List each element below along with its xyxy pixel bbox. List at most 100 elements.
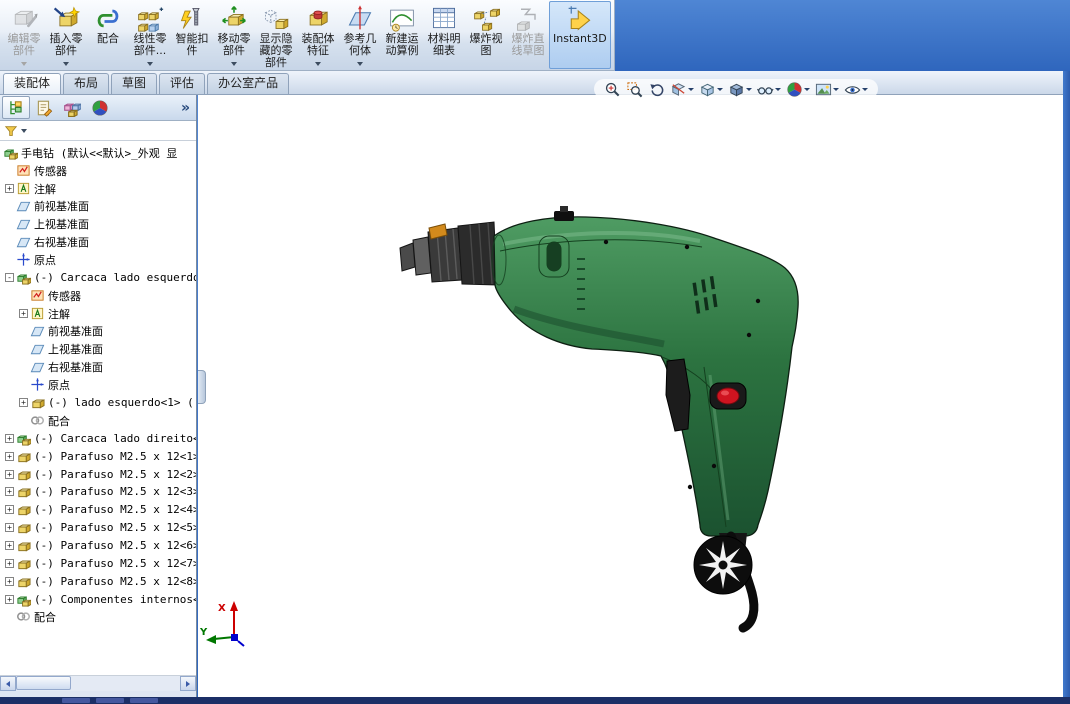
- show-hidden-components-button[interactable]: 显示隐 藏的零 部件: [255, 1, 297, 69]
- tree-item[interactable]: +(-) Parafuso M2.5 x 12<3>: [0, 483, 196, 501]
- tree-item[interactable]: +(-) Parafuso M2.5 x 12<6>: [0, 537, 196, 555]
- tree-item[interactable]: +(-) lado esquerdo<1> (: [0, 394, 196, 412]
- dropdown-arrow-icon[interactable]: [862, 88, 868, 91]
- reference-geometry-button[interactable]: 参考几 何体: [339, 1, 381, 69]
- tree-item[interactable]: +(-) Parafuso M2.5 x 12<7>: [0, 554, 196, 572]
- view-settings-button[interactable]: [844, 81, 868, 98]
- instant3d-button[interactable]: Instant3D: [549, 1, 611, 69]
- insert-component-button[interactable]: 插入零 部件: [45, 1, 87, 69]
- previous-view-button[interactable]: [648, 81, 665, 98]
- tree-item[interactable]: +(-) Parafuso M2.5 x 12<8>: [0, 572, 196, 590]
- mate-button[interactable]: 配合: [87, 1, 129, 69]
- tree-item[interactable]: 原点: [0, 251, 196, 269]
- assembly-features-button[interactable]: 装配体 特征: [297, 1, 339, 69]
- panel-splitter[interactable]: [198, 370, 206, 404]
- section-view-button[interactable]: [670, 81, 694, 98]
- tree-item[interactable]: 手电钻 (默认<<默认>_外观 显: [0, 144, 196, 162]
- apply-scene-button[interactable]: [815, 81, 839, 98]
- graphics-area[interactable]: X Y: [198, 95, 1063, 697]
- tree-expander[interactable]: +: [17, 309, 30, 318]
- tree-expander[interactable]: +: [3, 559, 16, 568]
- hide-show-items-button[interactable]: [757, 81, 781, 98]
- edit-appearance-button[interactable]: [786, 81, 810, 98]
- propertymanager-tab[interactable]: [30, 96, 58, 119]
- tree-item[interactable]: 传感器: [0, 287, 196, 305]
- tree-expander[interactable]: +: [3, 434, 16, 443]
- tree-item[interactable]: +注解: [0, 305, 196, 323]
- taskbar-button[interactable]: [130, 698, 158, 703]
- tab-evaluate[interactable]: 评估: [159, 73, 205, 94]
- dropdown-arrow-icon[interactable]: [63, 62, 69, 66]
- scroll-left-button[interactable]: [0, 676, 16, 691]
- drill-top-switch[interactable]: [554, 211, 574, 221]
- dropdown-arrow-icon[interactable]: [21, 62, 27, 66]
- taskbar-button[interactable]: [62, 698, 90, 703]
- tree-item[interactable]: 前视基准面: [0, 322, 196, 340]
- zoom-to-fit-button[interactable]: [604, 81, 621, 98]
- scroll-thumb[interactable]: [16, 676, 71, 690]
- tab-assembly[interactable]: 装配体: [3, 73, 61, 94]
- dropdown-arrow-icon[interactable]: [688, 88, 694, 91]
- tree-expander[interactable]: +: [3, 184, 16, 193]
- windows-taskbar[interactable]: [0, 697, 1070, 704]
- drill-reverse-button[interactable]: [710, 383, 746, 409]
- displaymanager-tab[interactable]: [86, 96, 114, 119]
- scroll-right-button[interactable]: [180, 676, 196, 691]
- dropdown-arrow-icon[interactable]: [717, 88, 723, 91]
- tab-layout[interactable]: 布局: [63, 73, 109, 94]
- featuremanager-tab[interactable]: [2, 96, 30, 119]
- display-style-button[interactable]: [728, 81, 752, 98]
- tab-office-products[interactable]: 办公室产品: [207, 73, 289, 94]
- tree-item[interactable]: 上视基准面: [0, 215, 196, 233]
- funnel-icon[interactable]: [4, 124, 18, 138]
- dropdown-arrow-icon[interactable]: [357, 62, 363, 66]
- tree-item[interactable]: +(-) Carcaca lado direito<: [0, 430, 196, 448]
- tree-item[interactable]: 原点: [0, 376, 196, 394]
- tree-expander[interactable]: +: [3, 523, 16, 532]
- exploded-view-button[interactable]: 爆炸视 图: [465, 1, 507, 69]
- tree-item[interactable]: 右视基准面: [0, 233, 196, 251]
- dropdown-arrow-icon[interactable]: [231, 62, 237, 66]
- tree-item[interactable]: +(-) Parafuso M2.5 x 12<2>: [0, 465, 196, 483]
- tree-item[interactable]: 配合: [0, 412, 196, 430]
- linear-component-pattern-button[interactable]: 线性零 部件...: [129, 1, 171, 69]
- tree-item[interactable]: +注解: [0, 180, 196, 198]
- scroll-track[interactable]: [16, 676, 180, 691]
- tree-expander[interactable]: +: [3, 595, 16, 604]
- tree-item[interactable]: 传感器: [0, 162, 196, 180]
- tree-item[interactable]: 右视基准面: [0, 358, 196, 376]
- drill-body[interactable]: [492, 206, 798, 536]
- tree-expander[interactable]: +: [3, 487, 16, 496]
- tree-expander[interactable]: +: [3, 452, 16, 461]
- tree-item[interactable]: +(-) Componentes internos<: [0, 590, 196, 608]
- tree-expander[interactable]: +: [17, 398, 30, 407]
- dropdown-arrow-icon[interactable]: [833, 88, 839, 91]
- tree-item[interactable]: +(-) Parafuso M2.5 x 12<5>: [0, 519, 196, 537]
- view-orientation-button[interactable]: [699, 81, 723, 98]
- taskbar-button[interactable]: [96, 698, 124, 703]
- tree-item[interactable]: 配合: [0, 608, 196, 626]
- tree-expander[interactable]: +: [3, 505, 16, 514]
- tree-item[interactable]: +(-) Parafuso M2.5 x 12<4>: [0, 501, 196, 519]
- tree-expander[interactable]: -: [3, 273, 16, 282]
- panel-collapse-chevron[interactable]: »: [181, 101, 190, 115]
- smart-fasteners-button[interactable]: 智能扣 件: [171, 1, 213, 69]
- tree-expander[interactable]: +: [3, 541, 16, 550]
- new-motion-study-button[interactable]: 新建运 动算例: [381, 1, 423, 69]
- bill-of-materials-button[interactable]: 材料明 细表: [423, 1, 465, 69]
- tree-expander[interactable]: +: [3, 577, 16, 586]
- zoom-to-area-button[interactable]: [626, 81, 643, 98]
- tree-item[interactable]: 上视基准面: [0, 340, 196, 358]
- tree-item[interactable]: 前视基准面: [0, 198, 196, 216]
- dropdown-arrow-icon[interactable]: [775, 88, 781, 91]
- tree-item[interactable]: +(-) Parafuso M2.5 x 12<1>: [0, 447, 196, 465]
- move-component-button[interactable]: 移动零 部件: [213, 1, 255, 69]
- dropdown-arrow-icon[interactable]: [804, 88, 810, 91]
- dropdown-arrow-icon[interactable]: [746, 88, 752, 91]
- dropdown-arrow-icon[interactable]: [147, 62, 153, 66]
- filter-dropdown-arrow-icon[interactable]: [21, 129, 27, 133]
- tree-item[interactable]: -(-) Carcaca lado esquerdo: [0, 269, 196, 287]
- dropdown-arrow-icon[interactable]: [315, 62, 321, 66]
- tree-expander[interactable]: +: [3, 470, 16, 479]
- panel-hscrollbar[interactable]: [0, 675, 196, 691]
